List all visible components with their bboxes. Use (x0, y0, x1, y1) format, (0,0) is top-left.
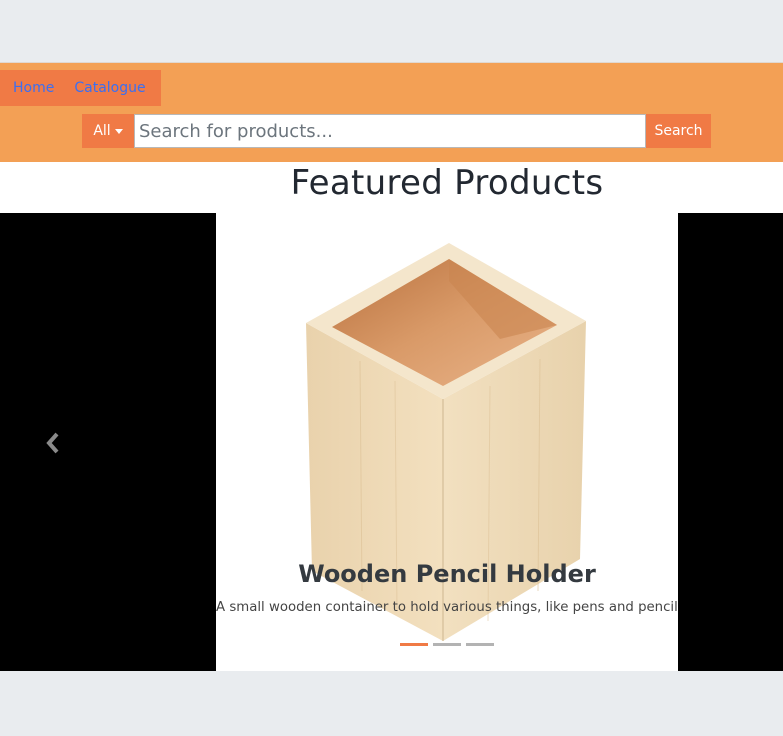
site-header: Home Catalogue All Search (0, 62, 783, 162)
search-input[interactable] (134, 114, 646, 148)
search-bar: All Search (82, 114, 711, 148)
search-button[interactable]: Search (646, 114, 711, 148)
slide-caption-title: Wooden Pencil Holder (298, 560, 596, 588)
carousel-prev-button[interactable] (40, 428, 66, 458)
category-dropdown-button[interactable]: All (82, 114, 134, 148)
slide-caption-text: A small wooden container to hold various… (216, 600, 678, 615)
nav-link-home[interactable]: Home (13, 80, 54, 96)
page: Home Catalogue All Search Featured Produ… (0, 0, 783, 736)
featured-title: Featured Products (290, 163, 604, 203)
category-dropdown-label: All (93, 123, 111, 139)
carousel-indicator-2[interactable] (433, 643, 461, 646)
carousel-indicator-1[interactable] (400, 643, 428, 646)
chevron-left-icon (46, 432, 59, 454)
product-carousel: Wooden Pencil Holder A small wooden cont… (0, 213, 783, 671)
caret-down-icon (114, 128, 123, 134)
carousel-indicator-3[interactable] (466, 643, 494, 646)
carousel-indicators (400, 643, 494, 646)
carousel-slide: Wooden Pencil Holder A small wooden cont… (216, 213, 678, 671)
main-nav: Home Catalogue (0, 70, 161, 106)
nav-link-catalogue[interactable]: Catalogue (74, 80, 145, 96)
